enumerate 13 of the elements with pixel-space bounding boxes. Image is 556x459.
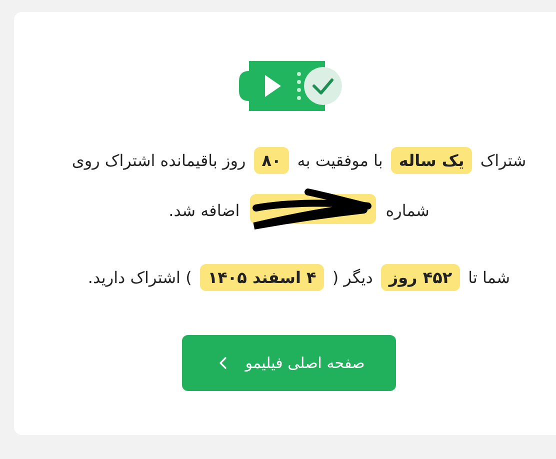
highlighted-text: یک ساله [390, 147, 472, 174]
message-text: شتراک [480, 150, 526, 172]
highlighted-text: ۴۵۲ روز [380, 264, 460, 291]
message-text: دیگر ( [332, 267, 373, 289]
message-text: روز باقیمانده اشتراک روی [72, 150, 246, 172]
message-text: شما تا [468, 267, 510, 289]
message-text: اضافه شد. [168, 200, 240, 222]
home-button[interactable]: صفحه اصلی فیلیمو [182, 335, 396, 391]
message-text: ) اشتراک دارید. [88, 267, 192, 289]
message-text: شماره [386, 200, 430, 222]
highlighted-text: ۸۰ [254, 147, 290, 174]
message-text: با موفقیت به [297, 150, 383, 172]
highlighted-text: ۴ اسفند ۱۴۰۵ [200, 264, 324, 291]
